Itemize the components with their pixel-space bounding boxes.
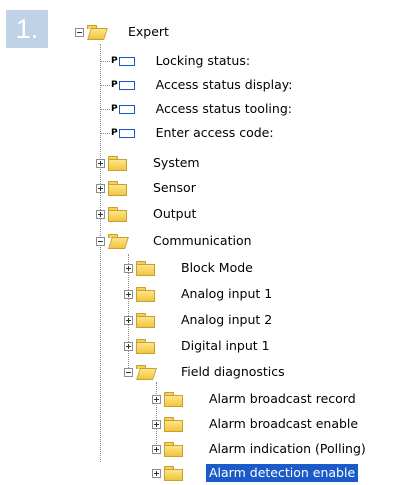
tree-node-system[interactable]: System	[96, 151, 203, 175]
tree-node-digital-input-1[interactable]: Digital input 1	[124, 334, 273, 358]
folder-icon	[164, 442, 183, 457]
parameter-icon: P	[111, 104, 135, 114]
tree-node-block-mode[interactable]: Block Mode	[124, 256, 256, 280]
folder-icon	[136, 339, 155, 354]
tree-node-alarm-broadcast-enable[interactable]: Alarm broadcast enable	[152, 412, 361, 436]
expand-icon[interactable]	[96, 209, 105, 219]
expand-icon[interactable]	[152, 394, 161, 404]
parameter-tree: Expert P Locking status: P Access status…	[0, 0, 397, 485]
expand-icon[interactable]	[124, 289, 133, 299]
tree-node-label: Expert	[128, 24, 169, 39]
expand-icon[interactable]	[96, 158, 105, 168]
tree-node-label: Enter access code:	[155, 125, 274, 140]
parameter-icon: P	[111, 128, 135, 138]
tree-node-alarm-indication-polling[interactable]: Alarm indication (Polling)	[152, 437, 369, 461]
folder-open-icon	[108, 234, 126, 248]
tree-line	[100, 44, 101, 462]
folder-icon	[164, 392, 183, 407]
tree-node-label: Field diagnostics	[181, 364, 285, 379]
collapse-icon[interactable]	[96, 236, 105, 246]
tree-node-expert[interactable]: Expert	[75, 20, 172, 44]
tree-line	[100, 133, 110, 134]
tree-node-label: Communication	[153, 233, 252, 248]
folder-icon	[108, 207, 127, 222]
tree-node-label: Alarm indication (Polling)	[209, 441, 366, 456]
tree-node-label: Locking status:	[155, 53, 251, 68]
tree-param-access-status-display[interactable]: P Access status display:	[111, 73, 295, 97]
tree-node-label: Sensor	[153, 180, 196, 195]
folder-open-icon	[87, 25, 105, 39]
folder-icon	[136, 313, 155, 328]
tree-node-label: Alarm broadcast record	[209, 391, 356, 406]
parameter-icon: P	[111, 80, 135, 90]
tree-node-analog-input-1[interactable]: Analog input 1	[124, 282, 275, 306]
parameter-icon: P	[111, 56, 135, 66]
tree-node-label: Analog input 2	[181, 312, 273, 327]
folder-icon	[108, 181, 127, 196]
tree-line	[100, 61, 110, 62]
tree-node-communication[interactable]: Communication	[96, 229, 255, 253]
expand-icon[interactable]	[152, 468, 161, 478]
tree-param-access-status-tooling[interactable]: P Access status tooling:	[111, 97, 295, 121]
tree-node-label: Access status tooling:	[155, 101, 292, 116]
collapse-icon[interactable]	[75, 27, 84, 37]
folder-icon	[164, 466, 183, 481]
tree-node-output[interactable]: Output	[96, 202, 199, 226]
expand-icon[interactable]	[96, 183, 105, 193]
tree-node-label: System	[153, 155, 200, 170]
folder-open-icon	[136, 365, 154, 379]
expand-icon[interactable]	[124, 263, 133, 273]
tree-node-label: Alarm broadcast enable	[209, 416, 359, 431]
expand-icon[interactable]	[124, 315, 133, 325]
tree-node-label: Digital input 1	[181, 338, 270, 353]
folder-icon	[164, 417, 183, 432]
folder-icon	[136, 287, 155, 302]
tree-node-sensor[interactable]: Sensor	[96, 176, 199, 200]
tree-line	[100, 85, 110, 86]
tree-node-analog-input-2[interactable]: Analog input 2	[124, 308, 275, 332]
expand-icon[interactable]	[124, 341, 133, 351]
tree-param-enter-access-code[interactable]: P Enter access code:	[111, 121, 277, 145]
tree-node-label: Access status display:	[155, 77, 293, 92]
expand-icon[interactable]	[152, 419, 161, 429]
tree-node-alarm-broadcast-record[interactable]: Alarm broadcast record	[152, 387, 359, 411]
tree-node-label-selected: Alarm detection enable	[206, 464, 359, 482]
tree-line	[100, 109, 110, 110]
collapse-icon[interactable]	[124, 367, 133, 377]
folder-icon	[108, 156, 127, 171]
tree-node-label: Block Mode	[181, 260, 253, 275]
tree-node-label: Output	[153, 206, 197, 221]
tree-node-label: Analog input 1	[181, 286, 273, 301]
tree-node-alarm-detection-enable[interactable]: Alarm detection enable	[152, 461, 359, 485]
folder-icon	[136, 261, 155, 276]
tree-param-locking-status[interactable]: P Locking status:	[111, 49, 253, 73]
tree-node-field-diagnostics[interactable]: Field diagnostics	[124, 360, 288, 384]
expand-icon[interactable]	[152, 444, 161, 454]
